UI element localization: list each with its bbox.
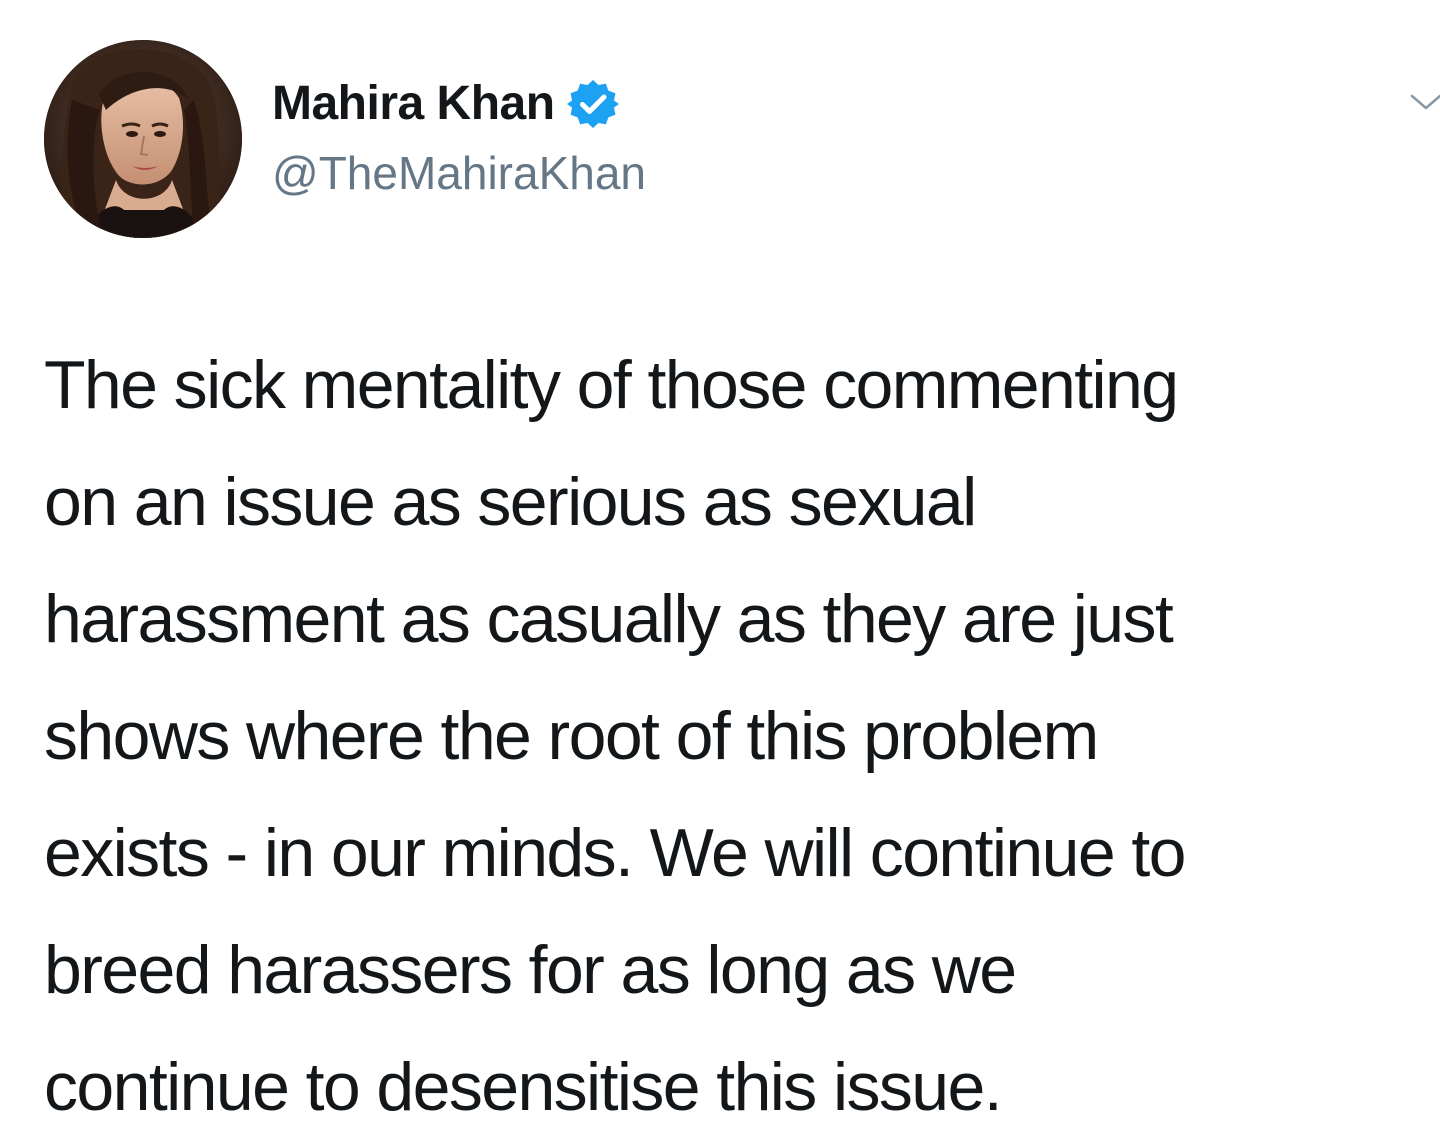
tweet-text-line: shows where the root of this problem (44, 698, 1099, 774)
display-name[interactable]: Mahira Khan (272, 74, 555, 134)
profile-photo (44, 40, 242, 238)
avatar[interactable] (44, 40, 242, 238)
tweet-text: The sick mentality of those commenting o… (44, 327, 1414, 1146)
tweet-text-line: exists - in our minds. We will continue … (44, 815, 1187, 891)
tweet-text-line: continue to desensitise this issue. (44, 1049, 1003, 1125)
tweet-text-line: on an issue as serious as sexual (44, 464, 977, 540)
author-handle[interactable]: @TheMahiraKhan (272, 144, 646, 202)
tweet-text-line: harassment as casually as they are just (44, 581, 1174, 657)
author-name-row: Mahira Khan (272, 74, 619, 134)
chevron-down-icon[interactable] (1408, 86, 1440, 118)
tweet-card: Mahira Khan @TheMahiraKhan The sick ment… (0, 0, 1440, 1144)
tweet-text-line: breed harassers for as long as we (44, 932, 1017, 1008)
verified-badge-icon (566, 78, 619, 130)
tweet-text-line: The sick mentality of those commenting (44, 347, 1179, 423)
